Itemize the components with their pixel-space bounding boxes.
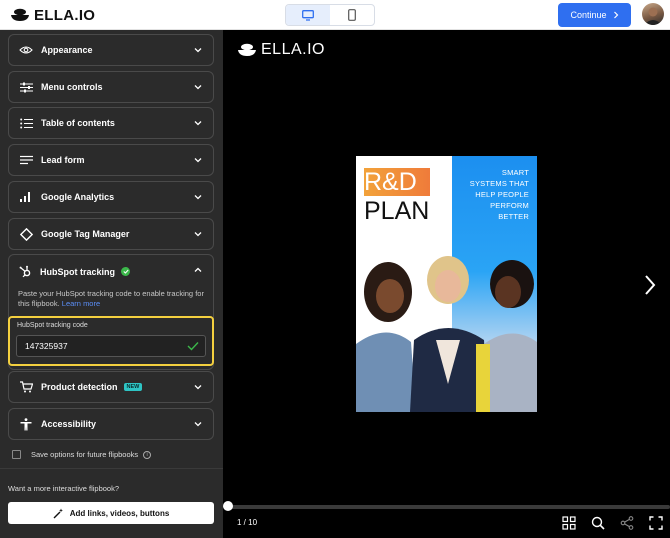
- sliders-icon: [19, 80, 33, 94]
- tracking-code-value: 147325937: [25, 341, 68, 351]
- search-icon[interactable]: [591, 516, 605, 530]
- chevron-down-icon: [194, 48, 202, 53]
- new-badge: NEW: [123, 383, 143, 391]
- cart-icon: [19, 380, 33, 394]
- panel-label: Lead form: [41, 155, 85, 165]
- accessibility-icon: [19, 417, 33, 431]
- device-toggle: [285, 4, 375, 26]
- panel-label: Product detection: [41, 382, 118, 392]
- valid-check-icon: [187, 342, 199, 351]
- grid-view-icon[interactable]: [562, 516, 576, 530]
- user-avatar[interactable]: [642, 3, 664, 25]
- tracking-code-input[interactable]: 147325937: [16, 335, 206, 357]
- hubspot-icon: [19, 265, 31, 278]
- flipbook-preview: ELLA.IO R&D PLAN SMART SYSTEMS THAT HELP…: [223, 30, 670, 538]
- add-interactive-button[interactable]: Add links, videos, buttons: [8, 502, 214, 524]
- tagline-line: HELP PEOPLE: [475, 190, 529, 199]
- chevron-down-icon: [194, 121, 202, 126]
- save-options-checkbox[interactable]: [12, 450, 21, 459]
- cover-photo-people: [356, 256, 537, 412]
- logo-bowl-icon: [238, 43, 256, 56]
- phone-icon: [348, 9, 356, 21]
- cover-title-top: R&D: [364, 168, 417, 196]
- tagline-line: PERFORM: [490, 201, 529, 210]
- continue-label: Continue: [570, 10, 607, 20]
- panel-google-analytics[interactable]: Google Analytics: [8, 181, 214, 213]
- top-bar: ELLA.IO Continue: [0, 0, 670, 30]
- learn-more-link[interactable]: Learn more: [62, 299, 100, 308]
- panel-accessibility[interactable]: Accessibility: [8, 408, 214, 440]
- magic-wand-icon: [53, 508, 63, 518]
- chevron-down-icon: [194, 158, 202, 163]
- hubspot-description: Paste your HubSpot tracking code to enab…: [18, 289, 208, 309]
- chevron-down-icon: [194, 232, 202, 237]
- cover-tagline: SMART SYSTEMS THAT HELP PEOPLE PERFORM B…: [449, 167, 529, 222]
- page-progress-track[interactable]: [227, 505, 670, 509]
- info-icon[interactable]: i: [143, 450, 152, 459]
- preview-logo: ELLA.IO: [237, 41, 325, 59]
- panel-label: HubSpot tracking: [40, 266, 116, 277]
- hubspot-header[interactable]: HubSpot tracking: [19, 265, 131, 278]
- flipbook-cover-page[interactable]: R&D PLAN SMART SYSTEMS THAT HELP PEOPLE …: [356, 156, 537, 412]
- logo-bowl-icon: [11, 8, 29, 21]
- sidebar-divider: [0, 468, 223, 469]
- save-options-row: Save options for future flipbooks i: [12, 450, 152, 459]
- chevron-down-icon: [194, 385, 202, 390]
- ella-logo[interactable]: ELLA.IO: [10, 6, 95, 24]
- page-indicator: 1 / 10: [237, 518, 258, 527]
- promo-text: Want a more interactive flipbook?: [8, 484, 120, 493]
- desktop-view-button[interactable]: [286, 5, 330, 25]
- panel-label: Google Tag Manager: [41, 229, 130, 239]
- diamond-icon: [19, 227, 33, 241]
- save-options-label: Save options for future flipbooks: [31, 450, 139, 459]
- continue-button[interactable]: Continue: [558, 3, 631, 27]
- tagline-line: BETTER: [498, 212, 529, 221]
- logo-text: ELLA.IO: [34, 6, 96, 24]
- next-page-arrow-icon[interactable]: [643, 273, 657, 297]
- tagline-line: SMART: [501, 168, 529, 177]
- page-progress-handle[interactable]: [223, 501, 233, 511]
- cover-title-bottom: PLAN: [364, 197, 430, 225]
- tracking-code-label: HubSpot tracking code: [17, 322, 88, 329]
- form-lines-icon: [19, 153, 33, 167]
- panel-label: Menu controls: [41, 82, 103, 92]
- enabled-check-icon: [121, 267, 131, 276]
- list-icon: [19, 116, 33, 130]
- panel-lead-form[interactable]: Lead form: [8, 144, 214, 176]
- chevron-down-icon: [194, 422, 202, 427]
- share-icon[interactable]: [620, 516, 634, 530]
- monitor-icon: [302, 9, 314, 21]
- mobile-view-button[interactable]: [330, 5, 374, 25]
- panel-label: Appearance: [41, 45, 93, 55]
- preview-logo-text: ELLA.IO: [261, 41, 325, 58]
- add-interactive-label: Add links, videos, buttons: [69, 508, 170, 518]
- fullscreen-icon[interactable]: [649, 516, 663, 530]
- panel-product-detection[interactable]: Product detection NEW: [8, 371, 214, 403]
- chevron-right-icon: [613, 11, 618, 19]
- panel-label: Google Analytics: [41, 192, 115, 202]
- avatar-portrait: [644, 7, 662, 25]
- chevron-down-icon: [194, 195, 202, 200]
- panel-appearance[interactable]: Appearance: [8, 34, 214, 66]
- panel-google-tag-manager[interactable]: Google Tag Manager: [8, 218, 214, 250]
- panel-menu-controls[interactable]: Menu controls: [8, 71, 214, 103]
- eye-icon: [19, 43, 33, 57]
- tagline-line: SYSTEMS THAT: [469, 179, 529, 188]
- hubspot-description-text: Paste your HubSpot tracking code to enab…: [18, 289, 204, 308]
- panel-label: Accessibility: [41, 419, 97, 429]
- panel-label: Table of contents: [41, 118, 115, 128]
- bar-chart-icon: [19, 190, 33, 204]
- chevron-down-icon: [194, 85, 202, 90]
- panel-table-of-contents[interactable]: Table of contents: [8, 107, 214, 139]
- chevron-up-icon[interactable]: [193, 265, 203, 275]
